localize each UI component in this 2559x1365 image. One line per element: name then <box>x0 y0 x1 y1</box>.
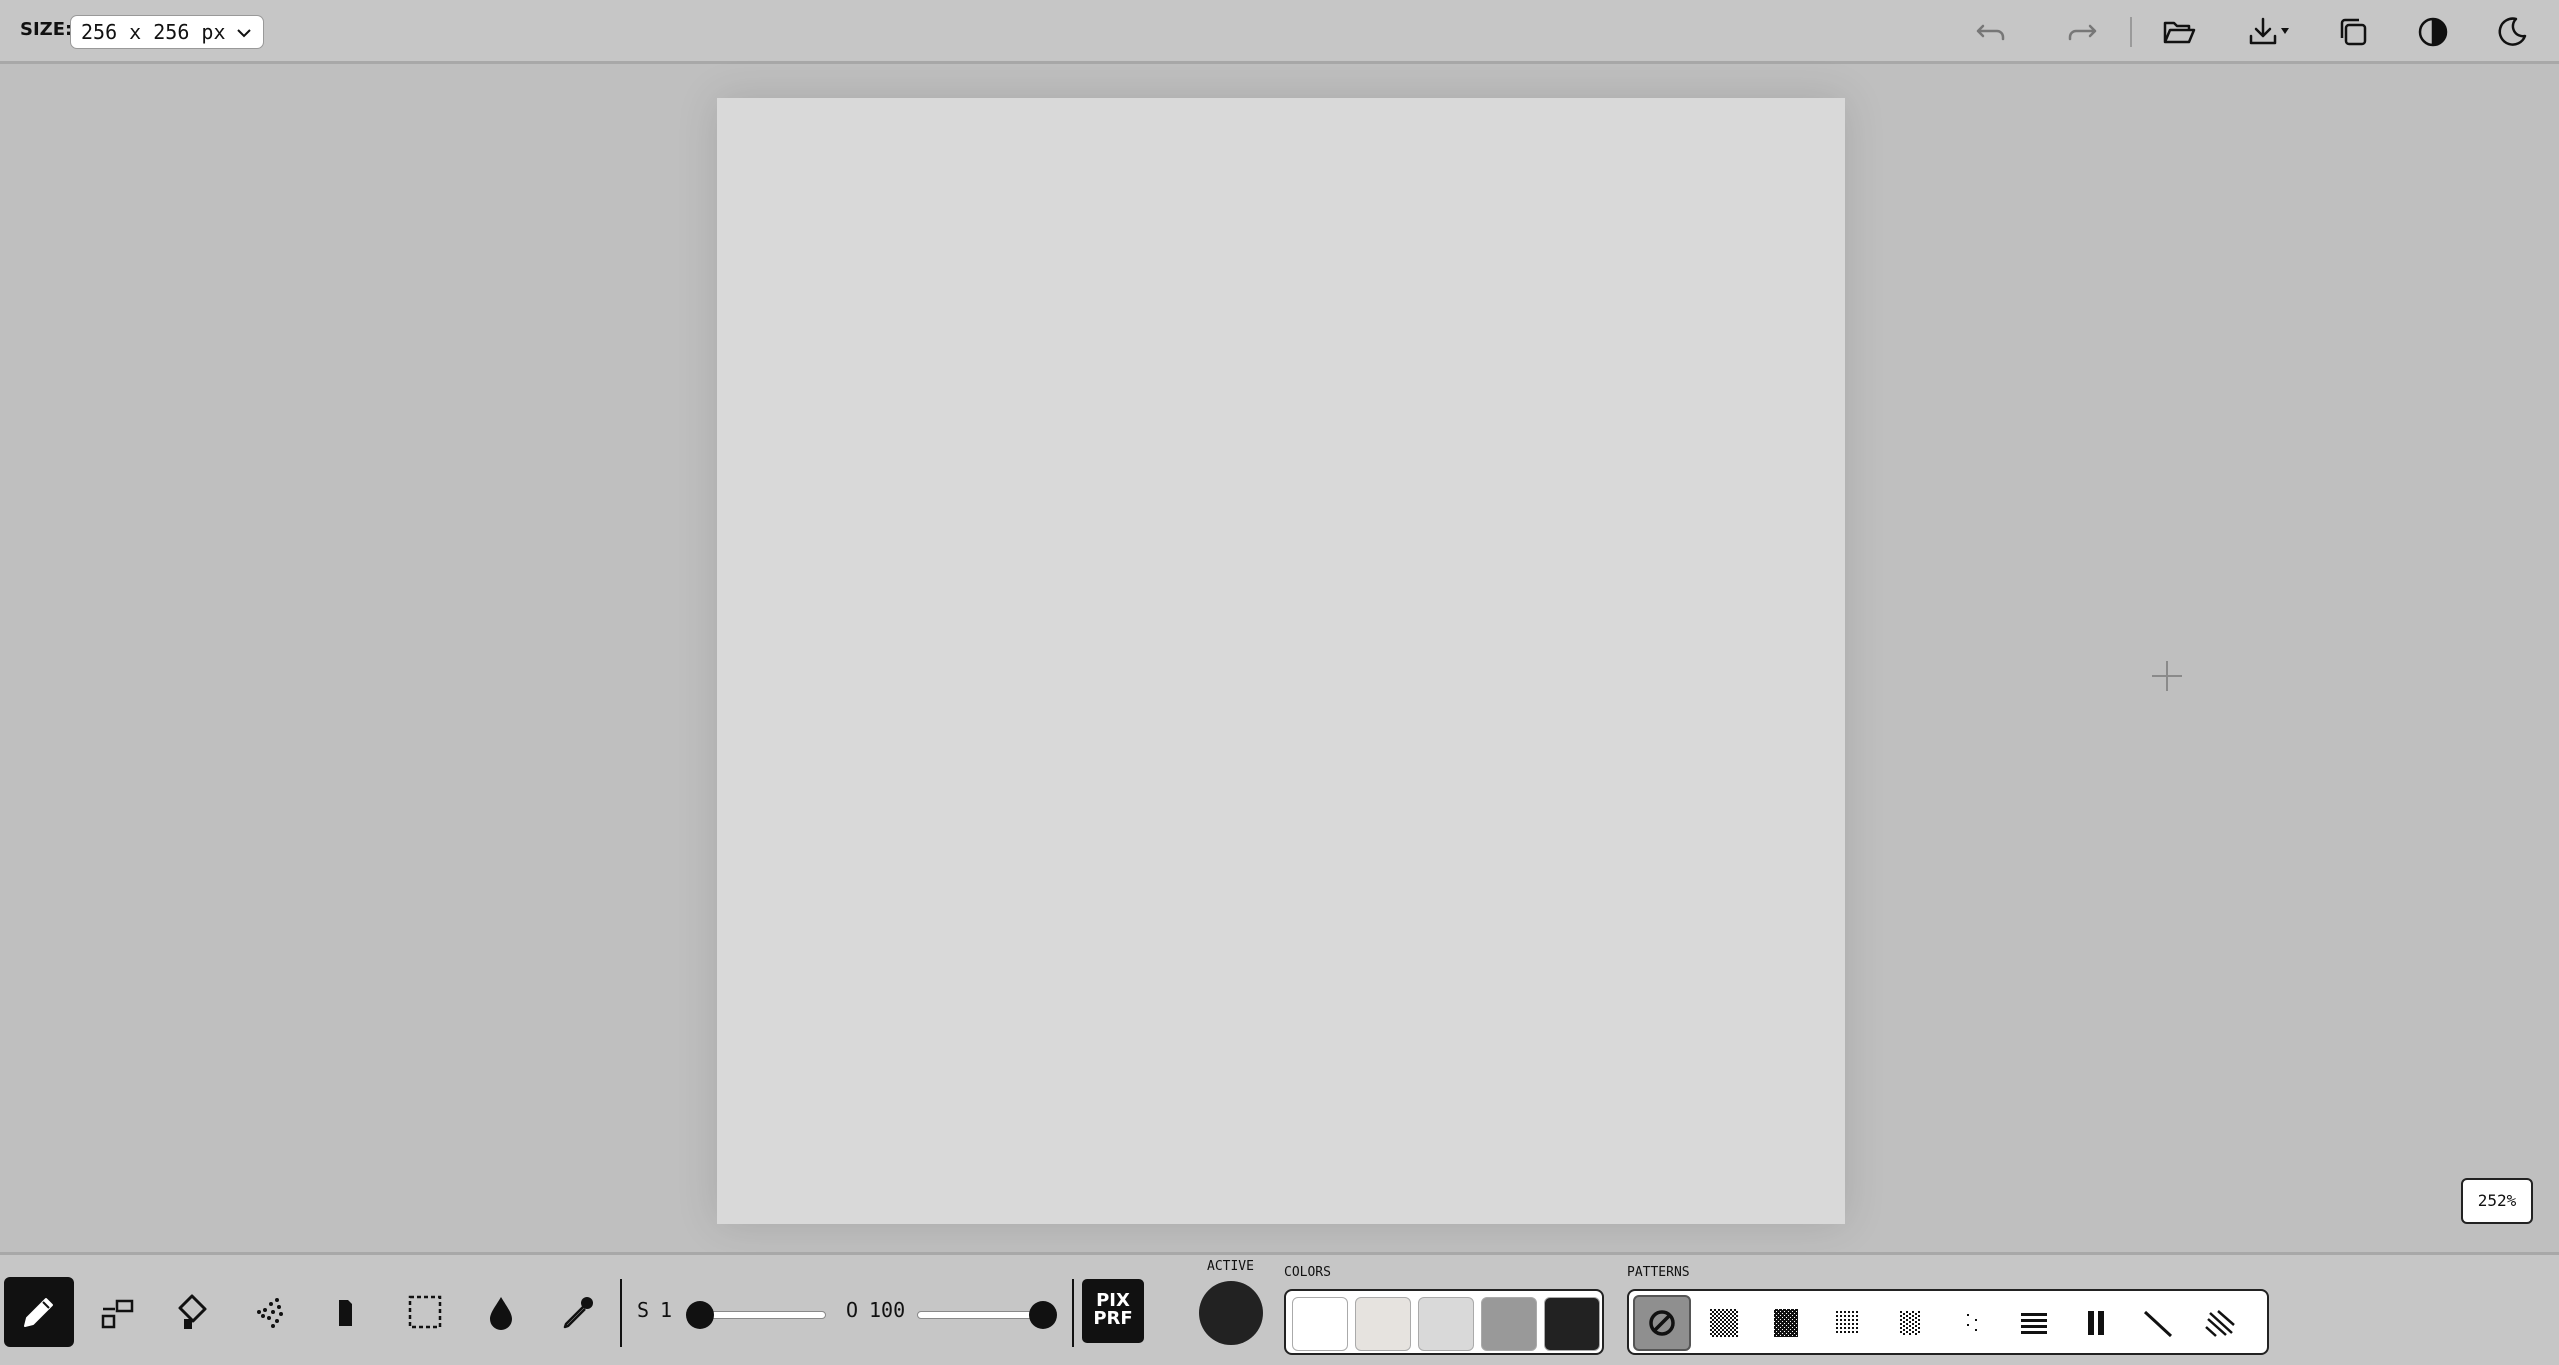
color-swatch-black[interactable] <box>1544 1297 1600 1351</box>
pattern-horizontal-lines[interactable] <box>2005 1295 2063 1351</box>
pattern-checker[interactable] <box>1695 1295 1753 1351</box>
contrast-icon <box>2418 17 2448 47</box>
tool-fill[interactable] <box>157 1277 227 1347</box>
opacity-slider-thumb[interactable] <box>1029 1301 1057 1329</box>
dark-mode-button[interactable] <box>2490 12 2534 52</box>
size-value: 256 x 256 px <box>81 20 226 44</box>
tool-drop[interactable] <box>466 1277 536 1347</box>
pixprf-logo: PIX PRF <box>1082 1279 1144 1343</box>
size-label: SIZE: <box>20 19 73 40</box>
chevron-down-icon <box>237 29 251 38</box>
tool-shapes[interactable] <box>82 1277 152 1347</box>
opacity-slider-value: 100 <box>869 1298 906 1322</box>
horizontal-lines-pattern-icon <box>2021 1313 2047 1334</box>
size-slider-value: 1 <box>660 1298 673 1322</box>
spray-icon <box>257 1298 283 1328</box>
tool-eraser[interactable] <box>311 1277 381 1347</box>
colors-label: COLORS <box>1284 1265 1331 1280</box>
contrast-button[interactable] <box>2411 12 2455 52</box>
drawing-canvas[interactable] <box>717 98 1845 1224</box>
pencil-icon <box>24 1298 53 1327</box>
redo-icon <box>2068 24 2097 41</box>
pattern-palette <box>1627 1289 2269 1355</box>
color-swatch-light-gray[interactable] <box>1418 1297 1474 1351</box>
dense-checker-pattern-icon <box>1774 1309 1798 1337</box>
fill-bucket-icon <box>178 1294 207 1329</box>
pattern-diagonal-lines[interactable] <box>2191 1295 2249 1351</box>
selection-icon <box>408 1295 442 1329</box>
pattern-diagonal-line[interactable] <box>2129 1295 2187 1351</box>
tool-pencil[interactable] <box>4 1277 74 1347</box>
color-swatch-gray[interactable] <box>1481 1297 1537 1351</box>
active-color-swatch <box>1199 1281 1263 1345</box>
color-palette <box>1284 1289 1604 1355</box>
drop-icon <box>490 1297 512 1330</box>
opacity-slider-label: O <box>846 1298 859 1322</box>
undo-icon <box>1976 24 2005 41</box>
diagonal-line-pattern-icon <box>2143 1310 2173 1338</box>
tool-selection[interactable] <box>390 1277 460 1347</box>
dark-mode-icon <box>2498 17 2527 46</box>
patterns-label: PATTERNS <box>1627 1265 1690 1280</box>
color-swatch-light-beige[interactable] <box>1355 1297 1411 1351</box>
vertical-bars-pattern-icon <box>2088 1311 2104 1335</box>
size-slider-thumb[interactable] <box>686 1301 714 1329</box>
active-color-label: ACTIVE <box>1207 1259 1254 1274</box>
pattern-grid-dots[interactable] <box>1819 1295 1877 1351</box>
bottom-toolbar: S 1 O 100 PIX PRF ACTIVE COLORS PATTERNS <box>0 1252 2559 1365</box>
sparse-dots-pattern-icon <box>1900 1311 1920 1335</box>
checker-pattern-icon <box>1710 1309 1738 1337</box>
pattern-vertical-bars[interactable] <box>2067 1295 2125 1351</box>
toolbar-divider <box>620 1279 622 1347</box>
shapes-icon <box>101 1299 134 1329</box>
undo-button[interactable] <box>1969 12 2013 52</box>
diagonal-lines-pattern-icon <box>2205 1310 2235 1337</box>
scatter-dots-pattern-icon <box>1967 1314 1977 1331</box>
open-button[interactable] <box>2157 12 2201 52</box>
toolbar-divider <box>1072 1279 1074 1347</box>
logo-line2: PRF <box>1093 1308 1133 1329</box>
open-folder-icon <box>2163 21 2196 44</box>
size-slider-label: S <box>637 1298 650 1322</box>
crosshair-cursor-icon <box>2152 661 2182 691</box>
tool-spray[interactable] <box>234 1277 304 1347</box>
size-select[interactable]: 256 x 256 px <box>70 15 264 49</box>
top-bar: SIZE: 256 x 256 px <box>0 0 2559 64</box>
pattern-dense-checker[interactable] <box>1757 1295 1815 1351</box>
color-swatch-white[interactable] <box>1292 1297 1348 1351</box>
eraser-icon <box>339 1300 352 1326</box>
grid-dots-pattern-icon <box>1836 1311 1860 1335</box>
no-pattern-icon <box>1649 1310 1675 1336</box>
download-button[interactable] <box>2243 12 2299 52</box>
toolbar-divider <box>2130 17 2132 47</box>
redo-button[interactable] <box>2060 12 2104 52</box>
download-icon <box>2249 17 2289 45</box>
copy-icon <box>2340 18 2367 46</box>
pattern-sparse-dots[interactable] <box>1881 1295 1939 1351</box>
zoom-level[interactable]: 252% <box>2461 1178 2533 1224</box>
pattern-none[interactable] <box>1633 1295 1691 1351</box>
copy-button[interactable] <box>2331 12 2375 52</box>
pattern-scatter-dots[interactable] <box>1943 1295 2001 1351</box>
eyedropper-icon <box>563 1297 593 1329</box>
tool-eyedropper[interactable] <box>543 1277 613 1347</box>
